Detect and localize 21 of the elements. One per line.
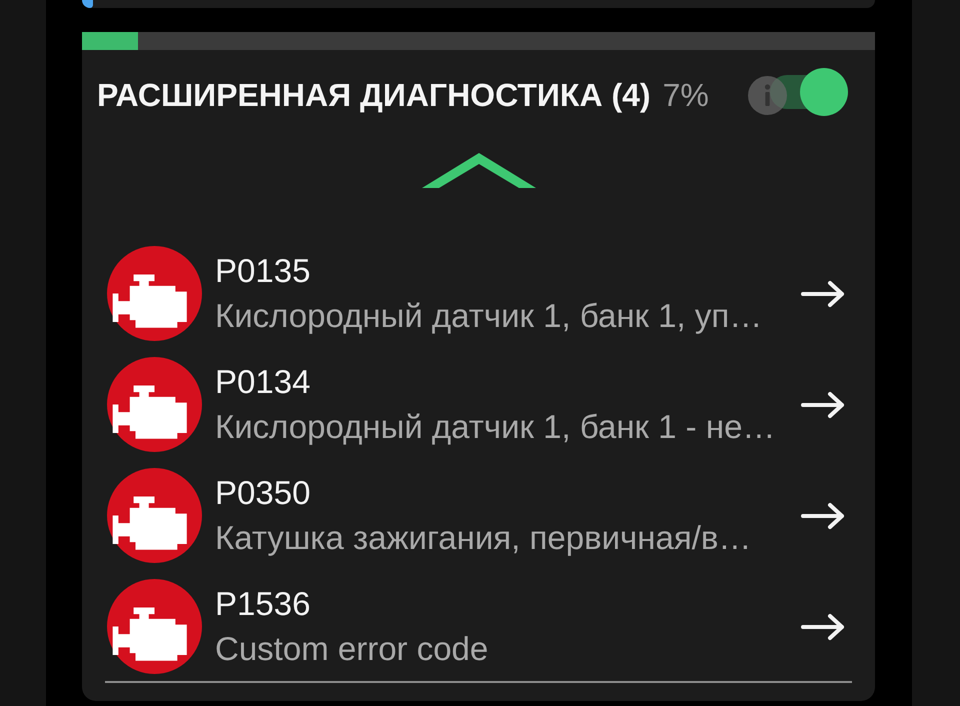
error-description: Кислородный датчик 1, банк 1, уп… <box>215 296 762 336</box>
info-icon[interactable] <box>748 76 787 114</box>
arrow-right-icon[interactable] <box>800 280 845 308</box>
error-description: Кислородный датчик 1, банк 1 - не… <box>215 406 776 447</box>
engine-icon <box>107 468 202 563</box>
arrow-right-icon[interactable] <box>800 390 845 418</box>
arrow-right-icon[interactable] <box>800 502 845 530</box>
error-code: P0135 <box>215 250 310 290</box>
arrow-right-icon[interactable] <box>800 612 845 640</box>
section-title: РАСШИРЕННАЯ ДИАГНОСТИКА (4) <box>97 76 651 114</box>
error-code: P0350 <box>215 472 310 512</box>
error-code: P1536 <box>215 584 310 624</box>
accent-bar <box>82 0 93 8</box>
chevron-up-icon[interactable] <box>422 153 536 188</box>
percent-label: 7% <box>662 76 709 114</box>
engine-icon <box>107 246 202 341</box>
error-description: Катушка зажигания, первичная/в… <box>215 518 752 558</box>
error-code: P0134 <box>215 362 310 402</box>
error-description: Custom error code <box>215 628 488 668</box>
engine-icon <box>107 579 202 674</box>
engine-icon <box>107 357 202 452</box>
